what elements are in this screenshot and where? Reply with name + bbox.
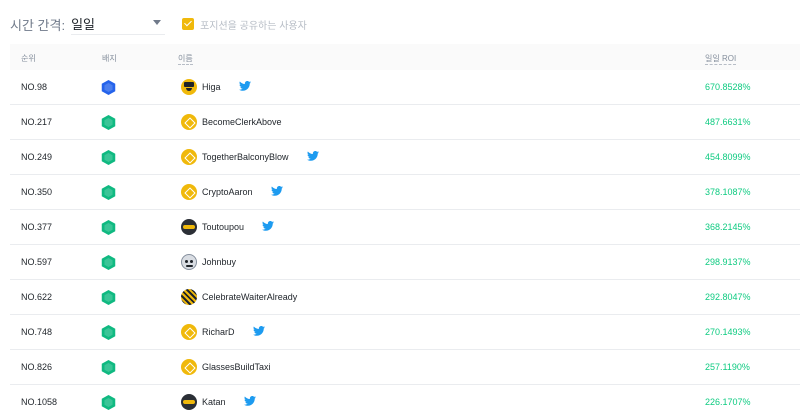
pattern-avatar-icon[interactable] [181,289,197,305]
rank-cell: NO.217 [21,117,53,127]
filter-bar: 시간 간격: 일일 포지션을 공유하는 사용자 [10,13,307,35]
header-roi[interactable]: 일일 ROI [705,53,737,65]
interval-value: 일일 [71,17,95,32]
sunglasses-avatar-icon[interactable] [181,219,197,235]
trader-name-link[interactable]: RicharD [202,327,235,337]
trader-name-link[interactable]: TogetherBalconyBlow [202,152,289,162]
badge-green-icon [101,150,116,165]
badge-green-icon [101,115,116,130]
badge-green-icon [101,185,116,200]
twitter-icon[interactable] [239,81,251,91]
binance-avatar-icon[interactable] [181,359,197,375]
trader-name-link[interactable]: Johnbuy [202,257,236,267]
checkbox-checked-icon[interactable] [182,18,195,30]
trader-name-link[interactable]: Higa [202,82,221,92]
roi-cell: 670.8528% [705,82,751,92]
roi-cell: 257.1190% [705,362,750,372]
badge-green-icon [101,395,116,410]
twitter-icon[interactable] [262,221,274,231]
roi-cell: 378.1087% [705,187,751,197]
rank-cell: NO.1058 [21,397,58,407]
caret-down-icon [153,20,162,25]
table-row[interactable]: NO.597 Johnbuy 298.9137% [10,245,800,280]
trader-name-link[interactable]: CelebrateWaiterAlready [202,292,297,302]
table-row[interactable]: NO.98 Higa 670.8528% [10,70,800,105]
twitter-icon[interactable] [244,396,256,406]
trader-name-link[interactable]: Toutoupou [202,222,244,232]
header-name[interactable]: 이름 [178,53,193,65]
hat-icon[interactable] [181,79,197,95]
twitter-icon[interactable] [253,326,265,336]
table-row[interactable]: NO.622 CelebrateWaiterAlready 292.8047% [10,280,800,315]
rank-cell: NO.597 [21,257,53,267]
table-row[interactable]: NO.377 Toutoupou 368.2145% [10,210,800,245]
binance-avatar-icon[interactable] [181,184,197,200]
header-rank: 순위 [21,54,36,63]
trader-name-link[interactable]: GlassesBuildTaxi [202,362,271,372]
rank-cell: NO.350 [21,187,53,197]
rank-cell: NO.377 [21,222,53,232]
table-body: NO.98 Higa 670.8528% NO.217 BecomeClerkAbove… [10,70,800,419]
rank-cell: NO.98 [21,82,48,92]
twitter-icon[interactable] [307,151,319,161]
roi-cell: 298.9137% [705,257,751,267]
binance-avatar-icon[interactable] [181,324,197,340]
roi-cell: 226.1707% [705,397,751,407]
sunglasses-avatar-icon[interactable] [181,394,197,410]
face-avatar-icon[interactable] [181,254,197,270]
binance-avatar-icon[interactable] [181,114,197,130]
table-row[interactable]: NO.826 GlassesBuildTaxi 257.1190% [10,350,800,385]
binance-avatar-icon[interactable] [181,149,197,165]
rank-cell: NO.622 [21,292,53,302]
badge-green-icon [101,360,116,375]
roi-cell: 292.8047% [705,292,751,302]
table-header: 순위 배지 이름 일일 ROI [10,44,800,70]
rank-cell: NO.826 [21,362,53,372]
interval-label: 시간 간격: [10,17,66,33]
header-badge: 배지 [102,54,117,63]
table-row[interactable]: NO.748 RicharD 270.1493% [10,315,800,350]
table-row[interactable]: NO.249 TogetherBalconyBlow 454.8099% [10,140,800,175]
roi-cell: 487.6631% [705,117,751,127]
leaderboard-table: 순위 배지 이름 일일 ROI NO.98 Higa 670.8528% NO.217… [10,44,800,419]
badge-green-icon [101,220,116,235]
roi-cell: 368.2145% [705,222,751,232]
trader-name-link[interactable]: Katan [202,397,226,407]
twitter-icon[interactable] [271,186,283,196]
badge-blue-icon [101,80,116,95]
interval-select[interactable]: 일일 [71,13,166,35]
share-position-label: 포지션을 공유하는 사용자 [200,20,307,32]
trader-name-link[interactable]: BecomeClerkAbove [202,117,282,127]
rank-cell: NO.748 [21,327,53,337]
badge-green-icon [101,255,116,270]
roi-cell: 454.8099% [705,152,751,162]
badge-green-icon [101,325,116,340]
trader-name-link[interactable]: CryptoAaron [202,187,253,197]
table-row[interactable]: NO.1058 Katan 226.1707% [10,385,800,419]
rank-cell: NO.249 [21,152,53,162]
share-position-toggle[interactable]: 포지션을 공유하는 사용자 [182,17,307,32]
roi-cell: 270.1493% [705,327,751,337]
table-row[interactable]: NO.350 CryptoAaron 378.1087% [10,175,800,210]
badge-green-icon [101,290,116,305]
table-row[interactable]: NO.217 BecomeClerkAbove 487.6631% [10,105,800,140]
